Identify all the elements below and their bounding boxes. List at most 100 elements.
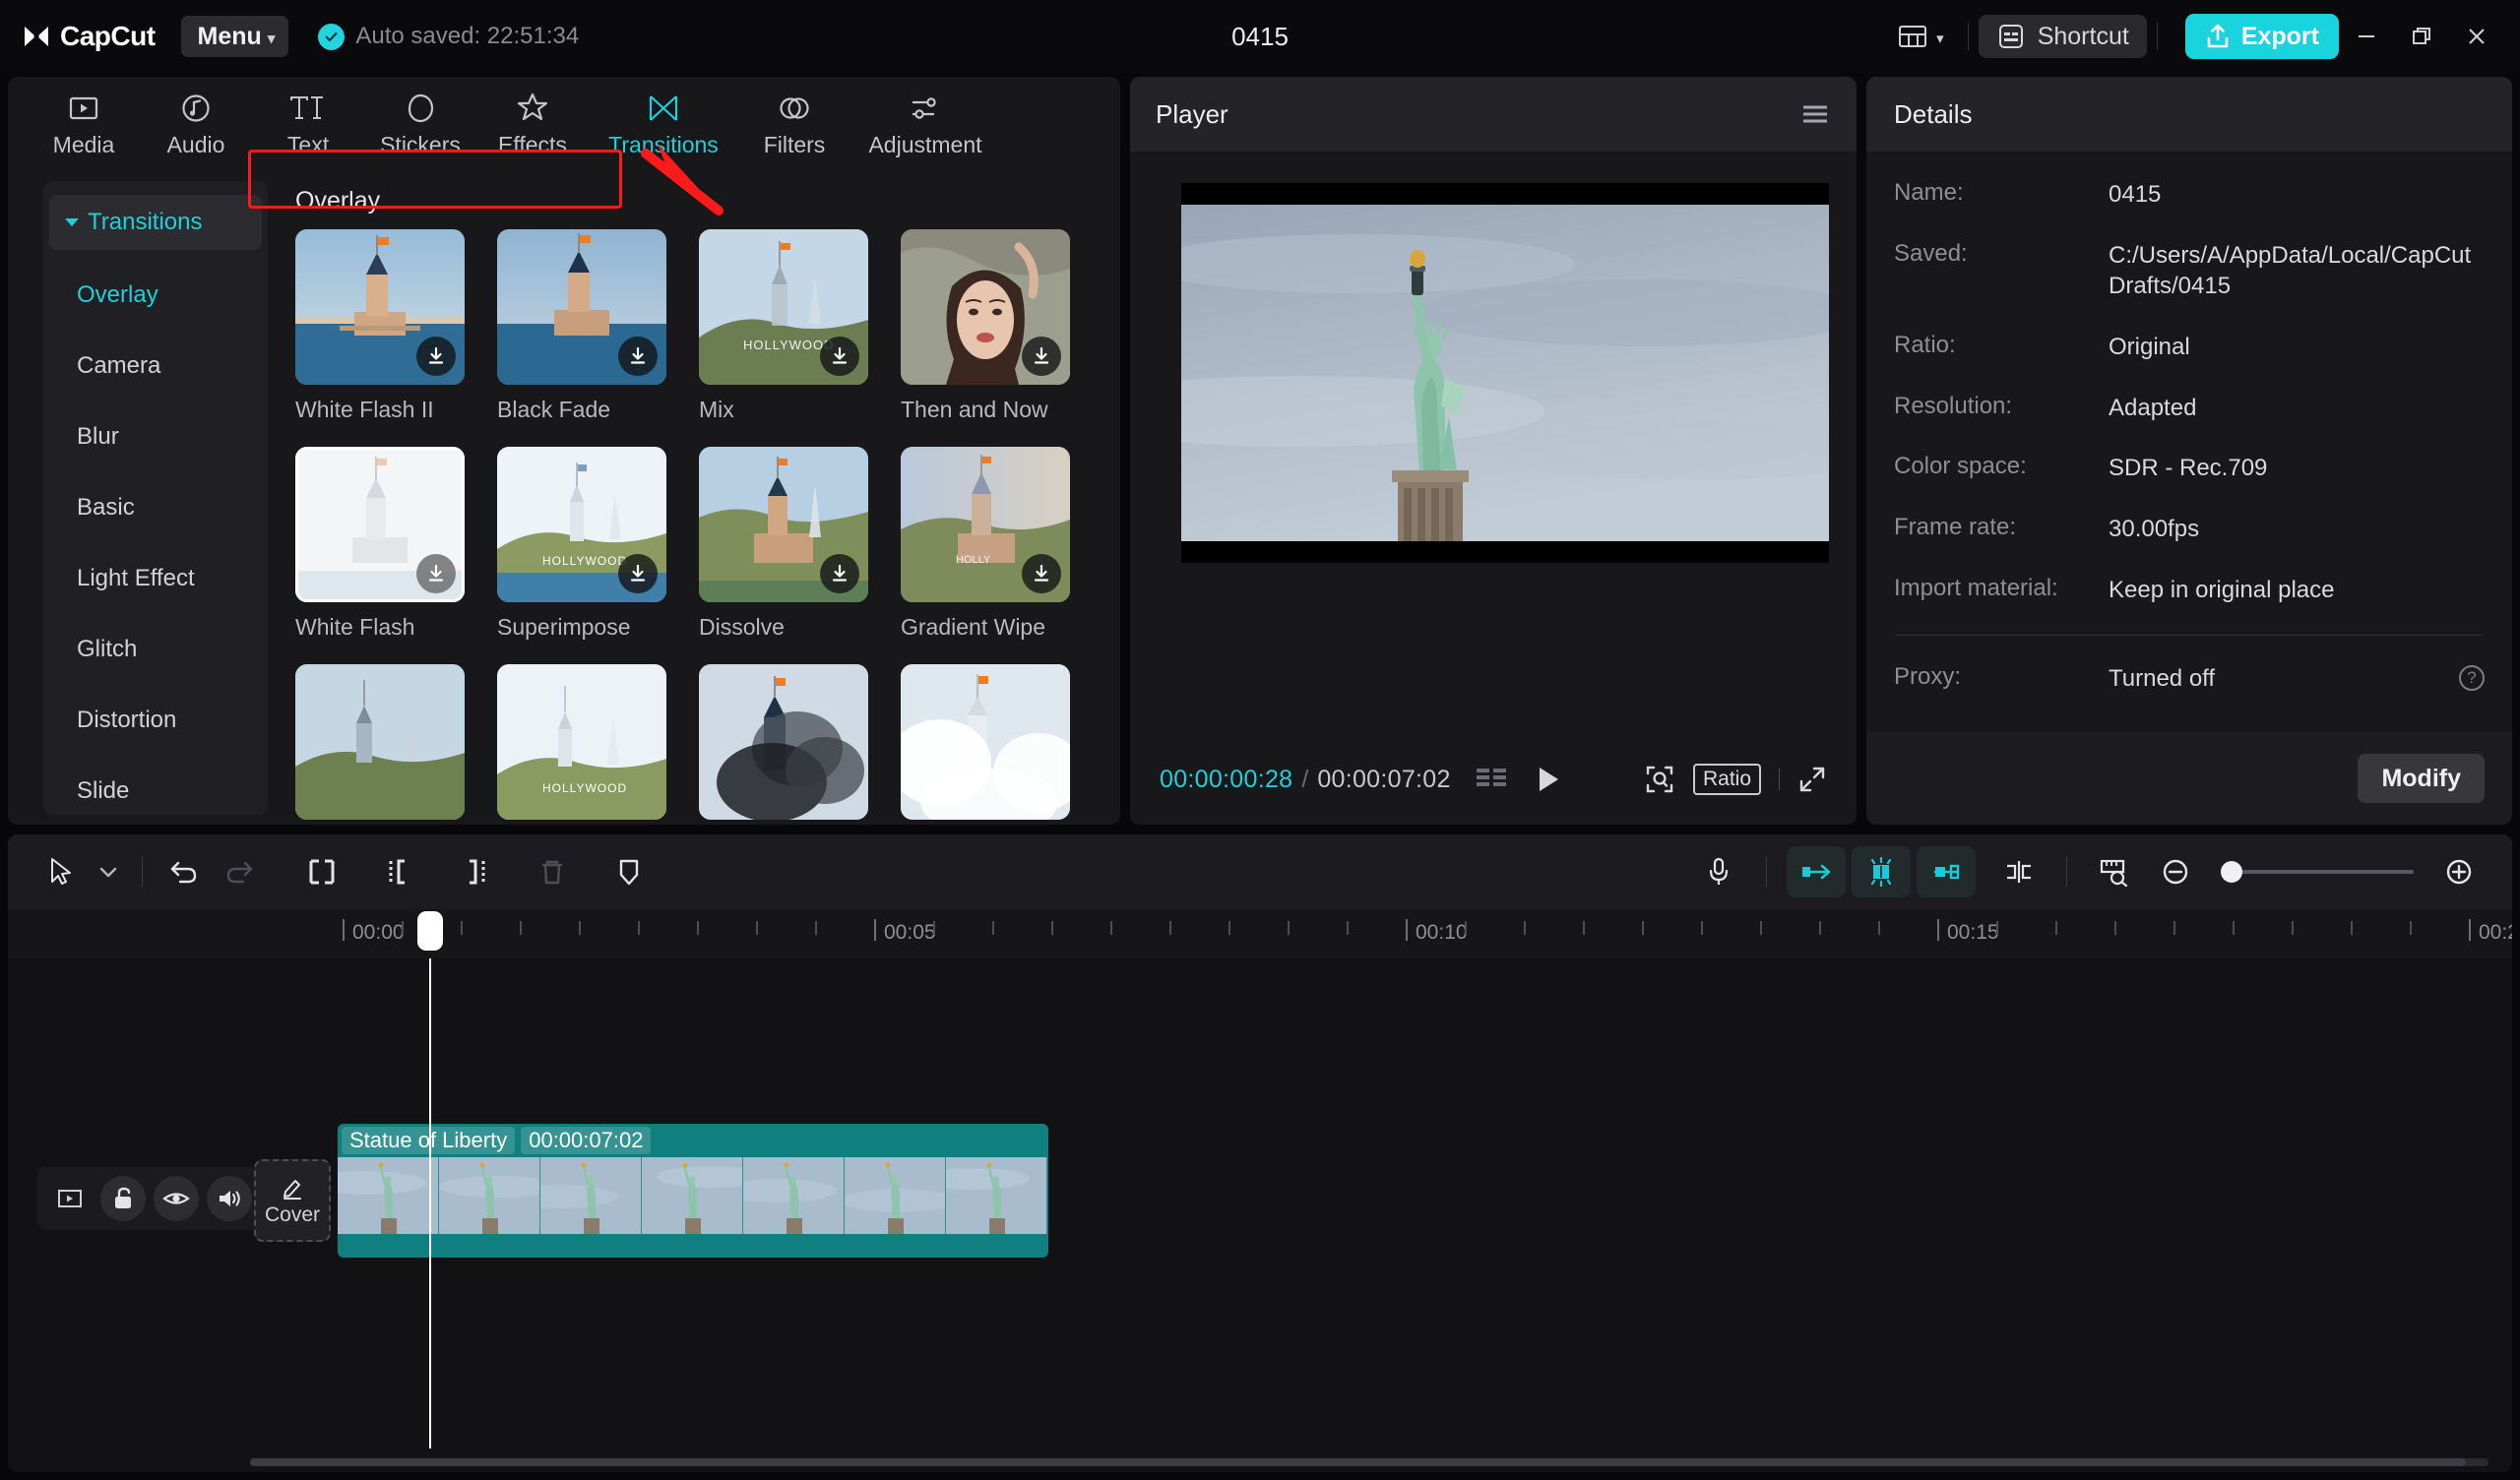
layout-panels-button[interactable]: ▾ — [1884, 18, 1958, 55]
transition-thumbnail[interactable]: HOLLYWOOD — [497, 664, 666, 820]
split-icon[interactable] — [294, 844, 349, 899]
ruler-zoom-icon[interactable] — [2087, 844, 2142, 899]
transition-thumbnail[interactable] — [295, 664, 465, 820]
mirror-icon[interactable] — [1991, 844, 2047, 899]
download-icon[interactable] — [618, 337, 658, 376]
download-icon[interactable] — [416, 337, 456, 376]
download-icon[interactable] — [1022, 337, 1061, 376]
shortcut-button[interactable]: Shortcut — [1978, 15, 2147, 58]
zoom-slider-knob[interactable] — [2221, 861, 2242, 883]
unlock-icon[interactable] — [100, 1176, 146, 1221]
sidebar-item-basic[interactable]: Basic — [43, 472, 268, 543]
chevron-down-icon[interactable] — [89, 844, 128, 899]
transition-item[interactable]: HOLLY Gradient Wipe — [901, 447, 1102, 641]
tab-media[interactable]: Media — [28, 80, 140, 168]
download-icon[interactable] — [1022, 554, 1061, 593]
transition-item[interactable]: Then and Now — [901, 229, 1102, 423]
sidebar-item-distortion[interactable]: Distortion — [43, 685, 268, 756]
tab-transitions[interactable]: Transitions — [589, 80, 738, 168]
close-button[interactable] — [2449, 9, 2504, 64]
timeline-toolbar-right — [1691, 844, 2487, 899]
menu-button[interactable]: Menu ▾ — [180, 16, 289, 57]
transition-item[interactable] — [699, 664, 901, 820]
transition-item[interactable]: White Flash — [295, 447, 497, 641]
transition-thumbnail[interactable]: HOLLY — [901, 447, 1070, 602]
modify-button[interactable]: Modify — [2358, 754, 2485, 803]
download-icon[interactable] — [820, 337, 859, 376]
zoom-slider[interactable] — [2221, 861, 2414, 883]
transition-thumbnail[interactable] — [901, 229, 1070, 385]
export-button[interactable]: Export — [2184, 14, 2339, 59]
zoom-in-icon[interactable] — [2431, 844, 2487, 899]
mark-icon[interactable] — [601, 844, 657, 899]
delete-icon[interactable] — [525, 844, 580, 899]
play-icon[interactable] — [1534, 764, 1563, 795]
tab-effects[interactable]: Effects — [476, 80, 589, 168]
scrollbar-thumb[interactable] — [250, 1458, 2467, 1466]
keyframe-add-icon[interactable] — [1852, 846, 1911, 897]
playhead[interactable] — [417, 911, 443, 1449]
transition-thumbnail[interactable]: HOLLYWOOD — [497, 447, 666, 602]
thumbnail-toggle-icon[interactable] — [47, 1176, 93, 1221]
zoom-out-icon[interactable] — [2148, 844, 2203, 899]
download-icon[interactable] — [618, 554, 658, 593]
timeline-clip[interactable]: Statue of Liberty 00:00:07:02 — [338, 1124, 1048, 1258]
transition-item[interactable]: Dissolve — [699, 447, 901, 641]
hamburger-icon[interactable] — [1799, 101, 1831, 127]
cover-button[interactable]: Cover — [254, 1159, 331, 1242]
current-time[interactable]: 00:00:00:28 — [1160, 766, 1292, 794]
frames-icon[interactable] — [1475, 765, 1508, 794]
minimize-button[interactable] — [2339, 9, 2394, 64]
sidebar-item-glitch[interactable]: Glitch — [43, 614, 268, 685]
transition-thumbnail[interactable] — [295, 229, 465, 385]
tab-adjustment[interactable]: Adjustment — [850, 80, 1000, 168]
transition-thumbnail[interactable] — [699, 664, 868, 820]
horizontal-scrollbar[interactable] — [250, 1458, 2488, 1466]
undo-icon[interactable] — [157, 844, 212, 899]
keyframe-prev-icon[interactable] — [1787, 846, 1846, 897]
transition-thumbnail[interactable]: HOLLYWOOD — [699, 229, 868, 385]
transition-item[interactable]: HOLLYWOOD Superimpose — [497, 447, 699, 641]
keyframe-next-icon[interactable] — [1917, 846, 1976, 897]
fullscreen-icon[interactable] — [1797, 765, 1827, 794]
sidebar-item-light-effect[interactable]: Light Effect — [43, 543, 268, 614]
category-header-transitions[interactable]: Transitions — [49, 195, 262, 250]
transition-thumbnail[interactable] — [901, 664, 1070, 820]
transition-item[interactable] — [901, 664, 1102, 820]
mic-record-icon[interactable] — [1691, 844, 1746, 899]
video-preview-stage[interactable] — [1181, 183, 1829, 563]
timeline-ruler[interactable]: 00:00 00:05 00:10 00:15 00:20 — [8, 909, 2512, 958]
tab-stickers[interactable]: Stickers — [364, 80, 476, 168]
help-question-icon[interactable]: ? — [2459, 665, 2485, 692]
tab-audio[interactable]: Audio — [140, 80, 252, 168]
transitions-grid-scroll[interactable]: Overlay White Flash II Black Fade HOLLYW… — [268, 171, 1120, 825]
magnify-frame-icon[interactable] — [1644, 764, 1675, 795]
download-icon[interactable] — [820, 554, 859, 593]
transition-item[interactable]: HOLLYWOOD Mix — [699, 229, 901, 423]
sidebar-item-overlay[interactable]: Overlay — [43, 260, 268, 331]
trim-right-icon[interactable] — [448, 844, 503, 899]
speaker-on-icon[interactable] — [207, 1176, 252, 1221]
trim-left-icon[interactable] — [371, 844, 426, 899]
tab-filters[interactable]: Filters — [738, 80, 850, 168]
redo-icon[interactable] — [212, 844, 267, 899]
transition-thumbnail[interactable] — [295, 447, 465, 602]
transition-item[interactable]: Black Fade — [497, 229, 699, 423]
transition-item[interactable]: HOLLYWOOD — [497, 664, 699, 820]
sidebar-item-slide[interactable]: Slide — [43, 756, 268, 825]
transition-item[interactable] — [295, 664, 497, 820]
transition-thumbnail[interactable] — [699, 447, 868, 602]
transition-item[interactable]: White Flash II — [295, 229, 497, 423]
sidebar-item-blur[interactable]: Blur — [43, 401, 268, 472]
ratio-button[interactable]: Ratio — [1692, 764, 1761, 795]
tab-text[interactable]: Text — [252, 80, 364, 168]
download-icon[interactable] — [416, 554, 456, 593]
select-arrow-icon[interactable] — [33, 844, 89, 899]
sidebar-item-camera[interactable]: Camera — [43, 331, 268, 401]
playhead-grip[interactable] — [417, 911, 443, 951]
restore-button[interactable] — [2394, 9, 2449, 64]
detail-value: SDR - Rec.709 — [2109, 455, 2268, 482]
eye-visible-icon[interactable] — [154, 1176, 199, 1221]
transition-thumbnail[interactable] — [497, 229, 666, 385]
keyboard-icon — [1996, 22, 2026, 51]
